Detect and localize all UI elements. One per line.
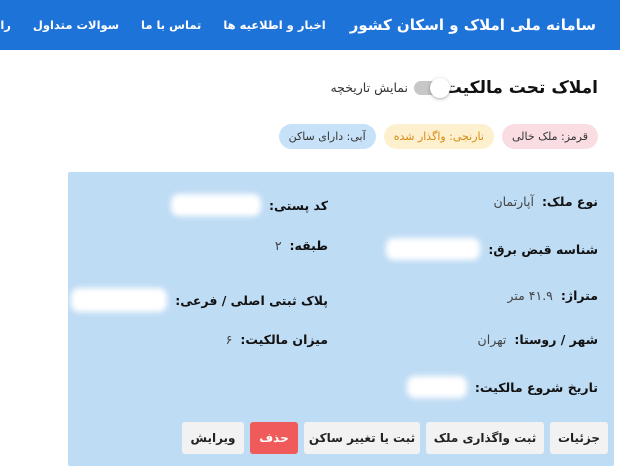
ownership-start-field: تاریخ شروع مالکیت:	[406, 376, 598, 398]
registry-plate-value-redacted	[71, 288, 168, 312]
property-card: نوع ملک: آپارتمان کد پستی: شناسه قبض برق…	[68, 172, 614, 466]
legend-empty: قرمز: ملک خالی	[501, 124, 598, 149]
property-type-value: آپارتمان	[493, 194, 534, 209]
floor-value: ۲	[274, 238, 282, 253]
meter-id-value-redacted	[386, 238, 481, 260]
transfer-property-button[interactable]: ثبت واگذاری ملک	[426, 422, 544, 454]
registry-plate-label: پلاک ثبتی اصلی / فرعی:	[175, 292, 328, 308]
floor-label: طبقه:	[289, 238, 328, 253]
edit-button[interactable]: ویرایش	[182, 422, 244, 454]
main-nav: اخبار و اطلاعیه ها تماس با ما سوالات متد…	[0, 18, 326, 32]
ownership-share-value: ۶	[225, 332, 233, 347]
page-title: املاک تحت مالکیت	[444, 78, 598, 98]
meter-id-field: شناسه قبض برق:	[386, 238, 598, 260]
city-field: شهر / روستا: تهران	[478, 332, 598, 347]
area-label: متراژ:	[560, 288, 598, 303]
delete-button[interactable]: حذف	[250, 422, 298, 454]
change-resident-button[interactable]: ثبت یا تغییر ساکن	[304, 422, 420, 454]
area-field: متراژ: ۴۱.۹ متر	[507, 288, 598, 303]
legend-transferred: نارنجی: واگذار شده	[383, 124, 494, 149]
ownership-start-label: تاریخ شروع مالکیت:	[474, 379, 598, 395]
meter-id-label: شناسه قبض برق:	[488, 241, 598, 257]
history-toggle-label: نمایش تاریخچه	[330, 80, 408, 95]
legend-occupied: آبی: دارای ساکن	[278, 124, 376, 149]
property-type-label: نوع ملک:	[541, 194, 598, 209]
postal-code-label: کد پستی:	[268, 197, 328, 213]
registry-plate-field: پلاک ثبتی اصلی / فرعی:	[71, 288, 328, 312]
nav-contact[interactable]: تماس با ما	[141, 18, 201, 32]
details-button[interactable]: جزئیات	[550, 422, 608, 454]
area-value: ۴۱.۹ متر	[507, 288, 553, 303]
toggle-knob	[430, 77, 450, 98]
ownership-share-label: میزان مالکیت:	[240, 332, 328, 347]
floor-field: طبقه: ۲	[275, 238, 328, 253]
nav-news[interactable]: اخبار و اطلاعیه ها	[223, 18, 325, 32]
history-toggle[interactable]: نمایش تاریخچه	[330, 77, 450, 98]
ownership-start-value-redacted	[406, 376, 467, 398]
city-label: شهر / روستا:	[514, 332, 598, 347]
status-legend: قرمز: ملک خالی نارنجی: واگذار شده آبی: د…	[271, 124, 598, 149]
history-toggle-switch[interactable]	[414, 77, 450, 98]
city-value: تهران	[477, 332, 507, 347]
nav-faq[interactable]: سوالات متداول	[33, 18, 119, 32]
nav-help[interactable]: راهنما	[0, 18, 11, 32]
property-type-field: نوع ملک: آپارتمان	[493, 194, 598, 209]
site-title[interactable]: سامانه ملی املاک و اسکان کشور	[350, 16, 596, 34]
postal-code-field: کد پستی:	[170, 194, 328, 216]
postal-code-value-redacted	[170, 194, 261, 216]
top-navigation-bar: سامانه ملی املاک و اسکان کشور اخبار و اط…	[0, 0, 620, 50]
ownership-share-field: میزان مالکیت: ۶	[226, 332, 328, 347]
